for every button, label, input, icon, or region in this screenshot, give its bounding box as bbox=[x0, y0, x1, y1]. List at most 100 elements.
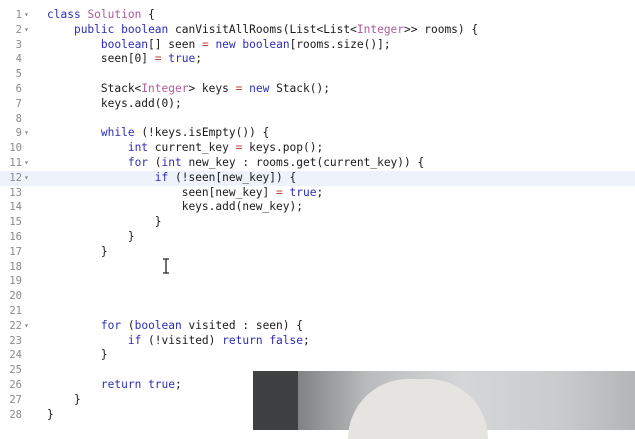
code-line[interactable]: 21 bbox=[0, 304, 635, 319]
code-line[interactable]: 24 } bbox=[0, 348, 635, 363]
line-number: 20 bbox=[9, 290, 22, 303]
code-token: for bbox=[100, 318, 122, 332]
code-line[interactable]: 9 ▾ while (!keys.isEmpty()) { bbox=[0, 126, 635, 141]
code-token: new bbox=[215, 37, 236, 51]
code-token: keys.add(0); bbox=[47, 96, 182, 110]
code-token: boolean bbox=[242, 37, 290, 51]
code-line[interactable]: 10 int current_key = keys.pop(); bbox=[0, 141, 635, 156]
code-token: = bbox=[276, 185, 283, 199]
code-token: return bbox=[100, 378, 142, 391]
code-text: } bbox=[47, 348, 108, 363]
code-token: boolean bbox=[134, 318, 182, 332]
code-token: } bbox=[47, 244, 108, 258]
code-token: (!visited) bbox=[141, 333, 223, 347]
code-token: } bbox=[47, 348, 108, 362]
code-text: boolean[] seen = new boolean[rooms.size(… bbox=[47, 38, 391, 53]
code-text: public boolean canVisitAllRooms(List<Lis… bbox=[47, 23, 478, 38]
code-text: return true; bbox=[47, 378, 182, 393]
line-number: 11 bbox=[9, 157, 22, 169]
code-token: keys.pop(); bbox=[242, 141, 324, 155]
code-token: class bbox=[47, 8, 81, 21]
code-text: } bbox=[47, 215, 162, 230]
code-text: } bbox=[47, 408, 54, 423]
line-number: 23 bbox=[9, 334, 22, 347]
fold-arrow-icon[interactable]: ▾ bbox=[24, 126, 29, 141]
code-text: } bbox=[47, 393, 81, 408]
code-token: Integer bbox=[356, 22, 405, 36]
code-token: Solution bbox=[87, 8, 142, 21]
code-editor[interactable]: 1 ▾ class Solution {2 ▾ public boolean canV… bbox=[0, 0, 635, 430]
code-text: } bbox=[47, 230, 135, 245]
line-number: 1 bbox=[15, 9, 22, 21]
line-number: 24 bbox=[9, 349, 22, 362]
line-number: 7 bbox=[15, 97, 22, 110]
code-token: = bbox=[154, 52, 162, 66]
code-line[interactable]: 16 } bbox=[0, 230, 635, 245]
code-token: ; bbox=[303, 333, 310, 347]
fold-arrow-icon[interactable]: ▾ bbox=[24, 23, 29, 38]
code-line[interactable]: 6 Stack<Integer> keys = new Stack(); bbox=[0, 82, 635, 97]
code-token: (!seen[new_key]) { bbox=[168, 170, 297, 184]
code-line[interactable]: 2 ▾ public boolean canVisitAllRooms(List<… bbox=[0, 23, 635, 38]
code-line[interactable]: 3 boolean[] seen = new boolean[rooms.siz… bbox=[0, 38, 635, 53]
code-text: if (!visited) return false; bbox=[47, 334, 310, 349]
line-number: 16 bbox=[9, 231, 22, 243]
fold-arrow-icon[interactable]: ▾ bbox=[24, 156, 29, 171]
code-token: seen[new_key] bbox=[47, 185, 277, 199]
line-number: 12 bbox=[9, 171, 22, 184]
code-token: = bbox=[201, 37, 209, 51]
code-line[interactable]: 12 ▾ if (!seen[new_key]) { bbox=[0, 170, 635, 186]
code-line[interactable]: 18 bbox=[0, 260, 635, 275]
code-token: { bbox=[141, 8, 155, 21]
code-line[interactable]: 19 bbox=[0, 274, 635, 289]
code-token: Integer bbox=[141, 82, 189, 95]
line-number: 10 bbox=[9, 142, 22, 155]
code-line[interactable]: 14 keys.add(new_key); bbox=[0, 200, 635, 215]
code-token: true bbox=[289, 185, 317, 199]
code-token: seen[0] bbox=[47, 52, 155, 66]
code-line[interactable]: 17 } bbox=[0, 245, 635, 260]
code-line[interactable]: 5 bbox=[0, 67, 635, 82]
line-number: 2 bbox=[15, 23, 22, 36]
line-number: 3 bbox=[15, 38, 22, 51]
code-text: } bbox=[47, 245, 108, 260]
code-token: if bbox=[127, 333, 142, 347]
line-number: 4 bbox=[15, 53, 22, 66]
code-token: } bbox=[47, 407, 54, 421]
fold-arrow-icon[interactable]: ▾ bbox=[24, 171, 29, 186]
line-number: 9 bbox=[15, 127, 22, 140]
line-number: 6 bbox=[15, 83, 22, 95]
code-token: canVisitAllRooms(List<List< bbox=[168, 22, 357, 36]
line-number: 21 bbox=[9, 305, 22, 317]
code-line[interactable]: 13 seen[new_key] = true; bbox=[0, 186, 635, 201]
line-number: 25 bbox=[9, 364, 22, 377]
code-line[interactable]: 4 seen[0] = true; bbox=[0, 52, 635, 67]
code-token: boolean bbox=[100, 37, 149, 51]
fold-arrow-icon[interactable]: ▾ bbox=[24, 8, 29, 23]
code-token: keys.add(new_key); bbox=[47, 200, 303, 214]
code-text: keys.add(new_key); bbox=[47, 200, 303, 215]
code-line[interactable]: 23 if (!visited) return false; bbox=[0, 334, 635, 349]
code-text: if (!seen[new_key]) { bbox=[47, 171, 296, 186]
code-line[interactable]: 20 bbox=[0, 289, 635, 304]
code-token: } bbox=[47, 230, 135, 243]
code-text: class Solution { bbox=[47, 8, 155, 23]
code-text: int current_key = keys.pop(); bbox=[47, 141, 323, 156]
code-token: ; bbox=[316, 185, 324, 199]
code-line[interactable]: 7 keys.add(0); bbox=[0, 97, 635, 112]
code-text: keys.add(0); bbox=[47, 97, 182, 112]
line-number: 15 bbox=[9, 216, 22, 229]
fold-arrow-icon[interactable]: ▾ bbox=[24, 319, 29, 334]
code-line[interactable]: 22 ▾ for (boolean visited : seen) { bbox=[0, 319, 635, 334]
code-token: >> rooms) { bbox=[404, 22, 479, 36]
code-text: for (boolean visited : seen) { bbox=[47, 319, 303, 334]
code-line[interactable]: 11 ▾ for (int new_key : rooms.get(current… bbox=[0, 156, 635, 171]
code-line[interactable]: 8 bbox=[0, 112, 635, 127]
code-line[interactable]: 1 ▾ class Solution { bbox=[0, 8, 635, 23]
code-line[interactable]: 15 } bbox=[0, 215, 635, 230]
code-token: [rooms.size()]; bbox=[289, 37, 391, 51]
